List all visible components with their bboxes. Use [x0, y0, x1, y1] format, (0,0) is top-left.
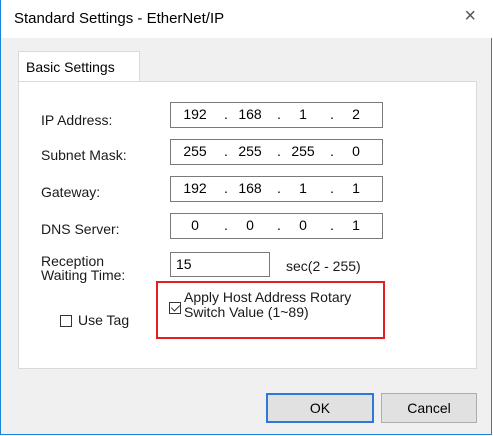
subnet-octet-4: 0 — [352, 143, 360, 159]
subnet-octet-3: 255 — [291, 143, 315, 159]
cancel-button[interactable]: Cancel — [381, 393, 477, 423]
octet-separator: . — [277, 143, 281, 159]
dns-server-input[interactable]: 0 . 0 . 0 . 1 — [170, 213, 383, 239]
octet-separator: . — [277, 217, 281, 233]
dns-octet-2: 0 — [246, 217, 254, 233]
subnet-mask-label: Subnet Mask: — [41, 147, 127, 163]
title-bar: Standard Settings - EtherNet/IP × — [1, 0, 492, 38]
gateway-octet-3: 1 — [299, 180, 307, 196]
reception-label-line1: Reception — [41, 253, 105, 269]
window-title: Standard Settings - EtherNet/IP — [14, 10, 225, 27]
use-tag-checkbox[interactable] — [60, 315, 72, 327]
octet-separator: . — [330, 143, 334, 159]
gateway-input[interactable]: 192 . 168 . 1 . 1 — [170, 176, 383, 202]
octet-separator: . — [224, 180, 228, 196]
octet-separator: . — [224, 217, 228, 233]
dns-octet-3: 0 — [299, 217, 307, 233]
octet-separator: . — [224, 106, 228, 122]
octet-separator: . — [277, 106, 281, 122]
ip-octet-2: 168 — [238, 106, 262, 122]
ok-button[interactable]: OK — [266, 393, 374, 423]
reception-range-label: sec(2 - 255) — [286, 258, 361, 274]
ip-address-label: IP Address: — [41, 112, 113, 128]
octet-separator: . — [330, 106, 334, 122]
ip-octet-4: 2 — [352, 106, 360, 122]
gateway-label: Gateway: — [41, 184, 101, 200]
octet-separator: . — [277, 180, 281, 196]
dns-server-label: DNS Server: — [41, 221, 120, 237]
basic-settings-panel: IP Address: 192 . 168 . 1 . 2 Subnet Mas… — [18, 81, 477, 369]
gateway-octet-1: 192 — [183, 180, 207, 196]
apply-host-address-label-line1: Apply Host Address Rotary — [184, 289, 352, 305]
gateway-octet-4: 1 — [352, 180, 360, 196]
dns-octet-4: 1 — [352, 217, 360, 233]
octet-separator: . — [330, 180, 334, 196]
gateway-octet-2: 168 — [238, 180, 262, 196]
dns-octet-1: 0 — [191, 217, 199, 233]
subnet-octet-1: 255 — [183, 143, 207, 159]
ip-address-input[interactable]: 192 . 168 . 1 . 2 — [170, 102, 383, 128]
ip-octet-1: 192 — [183, 106, 207, 122]
subnet-octet-2: 255 — [238, 143, 262, 159]
use-tag-label: Use Tag — [78, 312, 130, 328]
apply-host-address-checkbox[interactable] — [169, 302, 181, 314]
subnet-mask-input[interactable]: 255 . 255 . 255 . 0 — [170, 139, 383, 165]
reception-label-line2: Waiting Time: — [41, 267, 126, 283]
tab-basic-settings[interactable]: Basic Settings — [18, 51, 140, 82]
ip-octet-3: 1 — [299, 106, 307, 122]
close-icon[interactable]: × — [464, 5, 476, 28]
reception-waiting-time-input[interactable]: 15 — [170, 252, 270, 277]
settings-dialog: Standard Settings - EtherNet/IP × Basic … — [0, 0, 492, 435]
apply-host-address-label-line2: Switch Value (1~89) — [184, 304, 309, 320]
octet-separator: . — [330, 217, 334, 233]
octet-separator: . — [224, 143, 228, 159]
